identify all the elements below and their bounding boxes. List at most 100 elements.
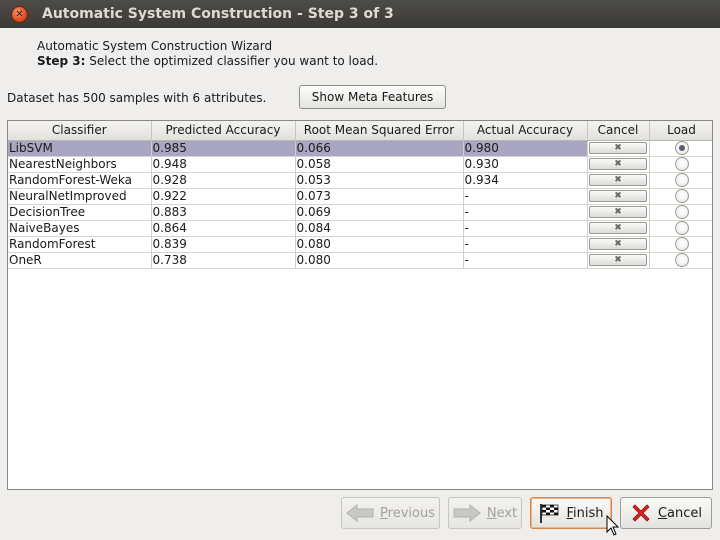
load-radio-button[interactable]	[674, 189, 689, 203]
show-meta-features-button[interactable]: Show Meta Features	[299, 85, 446, 109]
cell-classifier: NeuralNetImproved	[8, 188, 152, 205]
cell-classifier: DecisionTree	[8, 204, 152, 221]
cell-load	[649, 236, 712, 253]
column-header-cancel[interactable]: Cancel	[587, 121, 650, 141]
table-row[interactable]: NaiveBayes 0.864 0.084- ✖	[8, 220, 712, 237]
finish-label: Finish	[566, 505, 604, 521]
cell-rmse: 0.069	[295, 204, 464, 221]
load-radio-button[interactable]	[674, 141, 689, 155]
cell-cancel: ✖	[587, 156, 650, 173]
row-cancel-button[interactable]: ✖	[589, 222, 647, 234]
cell-actual: -	[463, 220, 588, 237]
row-cancel-button[interactable]: ✖	[589, 254, 647, 266]
checkered-flag-icon	[538, 502, 560, 524]
cell-actual: -	[463, 236, 588, 253]
cell-classifier: NaiveBayes	[8, 220, 152, 237]
load-radio-button[interactable]	[674, 157, 689, 171]
cell-actual: 0.934	[463, 172, 588, 189]
cell-predicted: 0.948	[151, 156, 296, 173]
table-header-row: Classifier Predicted Accuracy Root Mean Sq…	[8, 121, 712, 141]
cell-predicted: 0.738	[151, 252, 296, 269]
table-row[interactable]: NearestNeighbors 0.948 0.058 0.930 ✖	[8, 156, 712, 173]
row-cancel-button[interactable]: ✖	[589, 206, 647, 218]
window-close-icon[interactable]: ✕	[11, 6, 28, 23]
cell-classifier: RandomForest	[8, 236, 152, 253]
cancel-button[interactable]: Cancel	[620, 497, 712, 529]
column-header-classifier[interactable]: Classifier	[8, 121, 152, 141]
cell-predicted: 0.864	[151, 220, 296, 237]
row-cancel-button[interactable]: ✖	[589, 142, 647, 154]
cell-load	[649, 188, 712, 205]
load-radio-button[interactable]	[674, 237, 689, 251]
row-cancel-button[interactable]: ✖	[589, 190, 647, 202]
table-body: LibSVM 0.985 0.066 0.980 ✖ NearestNeighbors 0.…	[8, 140, 712, 269]
column-header-predicted-accuracy[interactable]: Predicted Accuracy	[151, 121, 296, 141]
cell-load	[649, 156, 712, 173]
cell-rmse: 0.058	[295, 156, 464, 173]
table-row[interactable]: NeuralNetImproved 0.922 0.073- ✖	[8, 188, 712, 205]
column-header-load[interactable]: Load	[649, 121, 712, 141]
row-cancel-button[interactable]: ✖	[589, 238, 647, 250]
cell-cancel: ✖	[587, 220, 650, 237]
cancel-label: Cancel	[657, 505, 703, 521]
cell-load	[649, 172, 712, 189]
wizard-window: ✕ Automatic System Construction - Step 3…	[0, 0, 720, 540]
cell-cancel: ✖	[587, 204, 650, 221]
table-row[interactable]: DecisionTree 0.883 0.069- ✖	[8, 204, 712, 221]
cell-classifier: RandomForest-Weka	[8, 172, 152, 189]
column-header-actual-accuracy[interactable]: Actual Accuracy	[463, 121, 588, 141]
previous-button[interactable]: Previous	[341, 497, 440, 529]
column-header-root-mean-squared-error[interactable]: Root Mean Squared Error	[295, 121, 464, 141]
next-button[interactable]: Next	[448, 497, 522, 529]
cell-predicted: 0.839	[151, 236, 296, 253]
table-row[interactable]: LibSVM 0.985 0.066 0.980 ✖	[8, 140, 712, 157]
table-row[interactable]: OneR 0.738 0.080- ✖	[8, 252, 712, 269]
cell-actual: -	[463, 204, 588, 221]
cell-predicted: 0.922	[151, 188, 296, 205]
arrow-right-icon	[453, 504, 481, 522]
load-radio-button[interactable]	[674, 253, 689, 267]
load-radio-button[interactable]	[674, 221, 689, 235]
step-description: Step 3: Select the optimized classifier …	[37, 54, 378, 68]
mouse-pointer-icon	[606, 514, 620, 540]
step-text: Select the optimized classifier you want…	[85, 54, 379, 68]
row-cancel-button[interactable]: ✖	[589, 158, 647, 170]
table-row[interactable]: RandomForest-Weka 0.928 0.053 0.934 ✖	[8, 172, 712, 189]
wizard-name: Automatic System Construction Wizard	[37, 39, 273, 53]
previous-label: Previous	[380, 505, 435, 521]
cell-cancel: ✖	[587, 252, 650, 269]
cell-classifier: OneR	[8, 252, 152, 269]
cell-predicted: 0.883	[151, 204, 296, 221]
cell-rmse: 0.080	[295, 236, 464, 253]
step-label: Step 3:	[37, 54, 86, 68]
cell-actual: -	[463, 252, 588, 269]
cell-predicted: 0.985	[151, 140, 296, 157]
classifier-table-panel: Classifier Predicted Accuracy Root Mean Sq…	[7, 120, 713, 490]
table-row[interactable]: RandomForest 0.839 0.080- ✖	[8, 236, 712, 253]
dataset-info: Dataset has 500 samples with 6 attribute…	[7, 91, 267, 105]
wizard-content: Automatic System Construction Wizard Ste…	[0, 28, 720, 540]
finish-button[interactable]: Finish	[530, 497, 612, 529]
load-radio-button[interactable]	[674, 205, 689, 219]
title-bar: ✕ Automatic System Construction - Step 3…	[0, 0, 720, 28]
cell-load	[649, 252, 712, 269]
cell-rmse: 0.053	[295, 172, 464, 189]
cell-actual: -	[463, 188, 588, 205]
row-cancel-button[interactable]: ✖	[589, 174, 647, 186]
next-label: Next	[486, 505, 518, 521]
cell-cancel: ✖	[587, 140, 650, 157]
cell-rmse: 0.084	[295, 220, 464, 237]
cell-rmse: 0.066	[295, 140, 464, 157]
cell-load	[649, 140, 712, 157]
cell-predicted: 0.928	[151, 172, 296, 189]
arrow-left-icon	[346, 504, 374, 522]
cell-cancel: ✖	[587, 188, 650, 205]
cell-load	[649, 204, 712, 221]
classifier-table: Classifier Predicted Accuracy Root Mean Sq…	[8, 121, 712, 269]
cell-rmse: 0.080	[295, 252, 464, 269]
load-radio-button[interactable]	[674, 173, 689, 187]
cell-cancel: ✖	[587, 236, 650, 253]
cell-classifier: NearestNeighbors	[8, 156, 152, 173]
window-title: Automatic System Construction - Step 3 o…	[42, 6, 394, 22]
cell-load	[649, 220, 712, 237]
